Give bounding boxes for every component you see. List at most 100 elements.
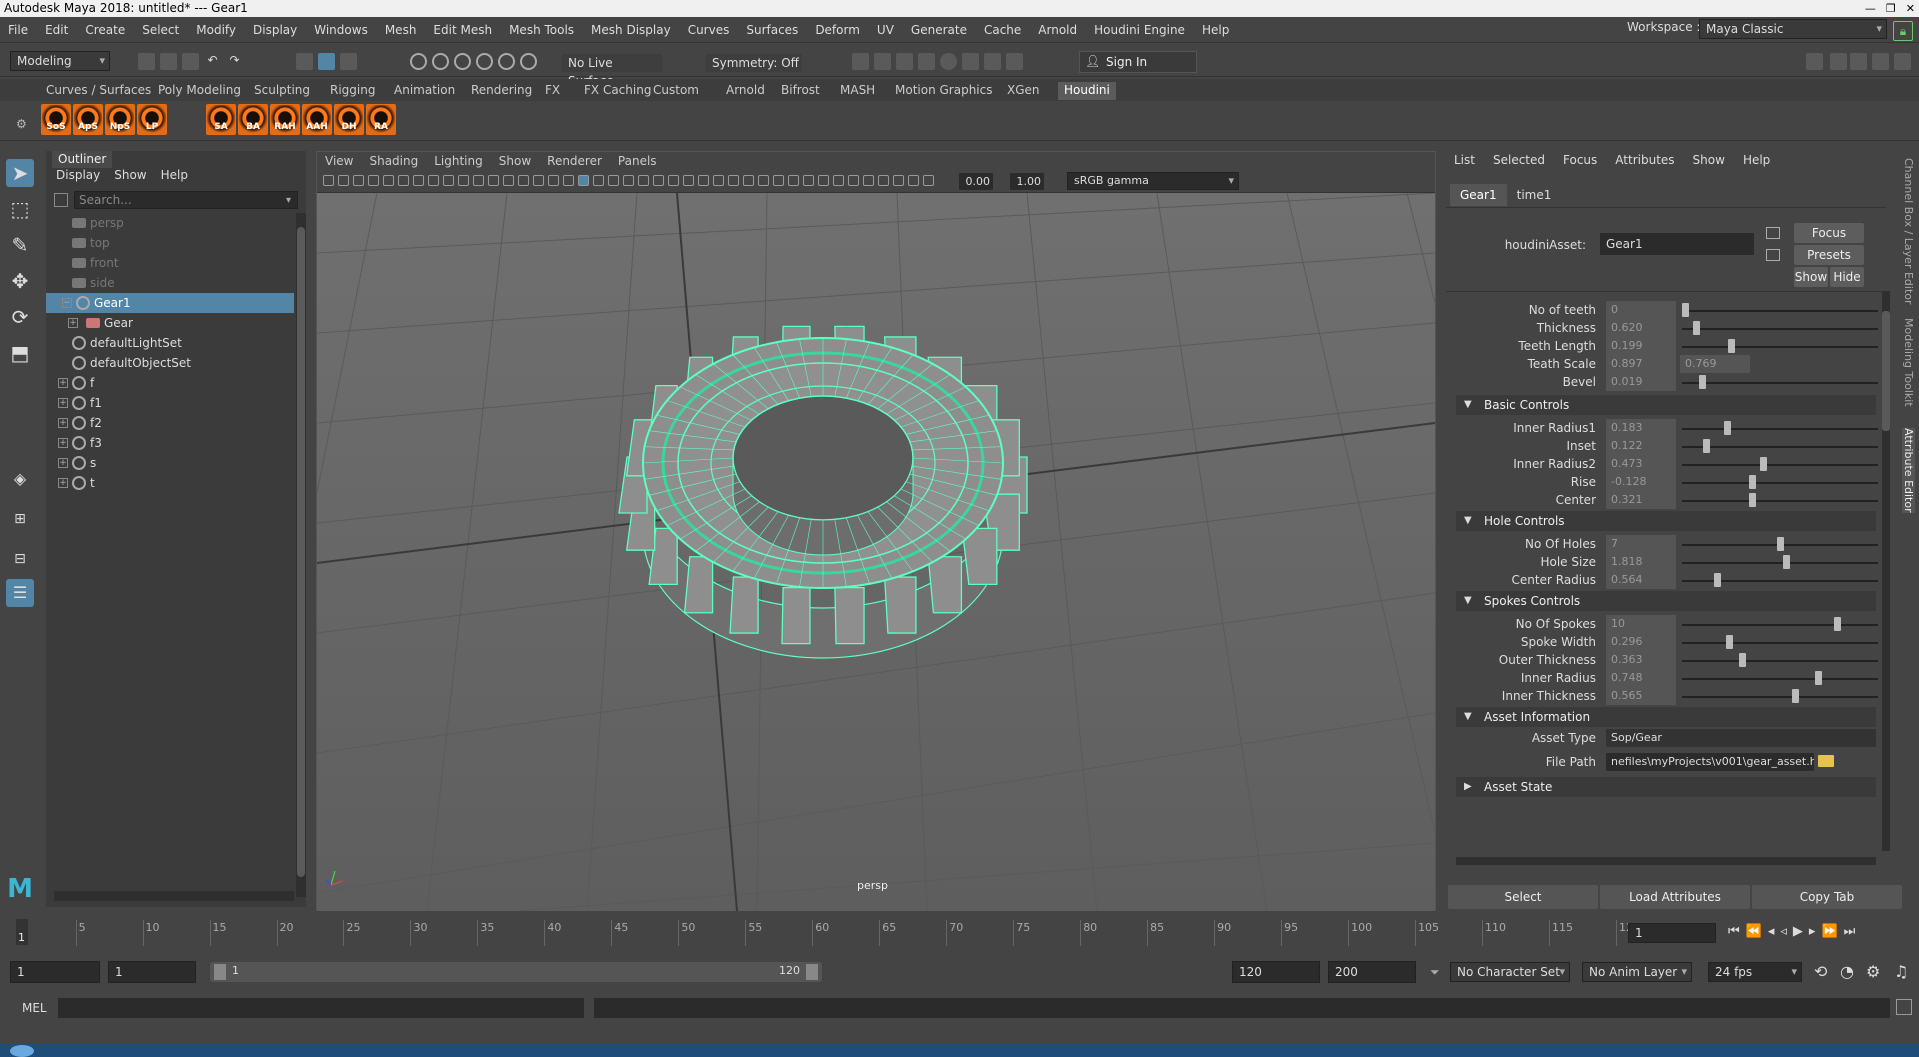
menu-file[interactable]: File <box>8 23 28 37</box>
viewport-tool-icon[interactable] <box>668 175 679 186</box>
layer-editor-icon[interactable] <box>1894 53 1911 70</box>
outliner-item-gear1[interactable]: − Gear1 <box>46 293 294 313</box>
viewport-tool-icon[interactable] <box>638 175 649 186</box>
attr-slider-thumb[interactable] <box>1748 493 1756 507</box>
menu-display[interactable]: Display <box>253 23 297 37</box>
attr-value-field[interactable]: 0.019 <box>1606 373 1676 391</box>
viewport-tool-icon[interactable] <box>893 175 904 186</box>
select-tool-icon[interactable]: ➤ <box>6 159 34 187</box>
viewport-tool-icon[interactable] <box>548 175 559 186</box>
viewport-tool-icon[interactable] <box>698 175 709 186</box>
attr-slider-track[interactable] <box>1682 562 1878 564</box>
shelf-tab-animation[interactable]: Animation <box>388 82 461 100</box>
start-time-field[interactable]: 1 <box>10 961 100 983</box>
mel-label[interactable]: MEL <box>22 1001 47 1015</box>
expand-icon[interactable]: + <box>58 458 68 468</box>
viewport-tool-icon[interactable] <box>563 175 574 186</box>
menu-edit[interactable]: Edit <box>45 23 68 37</box>
shelf-tab-curves-surfaces[interactable]: Curves / Surfaces <box>40 82 157 100</box>
viewport-tool-icon[interactable] <box>653 175 664 186</box>
viewport-tool-icon[interactable] <box>713 175 724 186</box>
houdini-shelf-aps-icon[interactable]: ApS <box>73 104 103 135</box>
attr-slider-track[interactable] <box>1682 500 1878 502</box>
open-scene-icon[interactable] <box>160 53 177 70</box>
viewport-tool-icon[interactable] <box>488 175 499 186</box>
outliner-item-defaultobjectset[interactable]: defaultObjectSet <box>46 353 294 373</box>
viewport-tool-icon[interactable] <box>458 175 469 186</box>
viewport-tool-icon[interactable] <box>818 175 829 186</box>
render-frame-icon[interactable] <box>874 53 891 70</box>
move-tool-icon[interactable]: ✥ <box>6 267 34 295</box>
outliner-menu-display[interactable]: Display <box>56 168 100 182</box>
select-hierarchy-icon[interactable] <box>296 53 313 70</box>
shelf-tab-sculpting[interactable]: Sculpting <box>248 82 316 100</box>
fps-dropdown[interactable]: 24 fps <box>1708 962 1802 982</box>
ae-tab-gear1[interactable]: Gear1 <box>1450 184 1507 206</box>
expand-icon[interactable]: + <box>68 318 78 328</box>
menu-generate[interactable]: Generate <box>911 23 967 37</box>
menu-arnold[interactable]: Arnold <box>1038 23 1077 37</box>
attr-value-field[interactable]: 0.897 <box>1606 355 1676 373</box>
range-end-field[interactable]: 120 <box>1232 961 1320 983</box>
shelf-tab-houdini[interactable]: Houdini <box>1058 82 1116 100</box>
attr-slider-track[interactable] <box>1682 346 1878 348</box>
attr-value-field[interactable]: 0.183 <box>1606 419 1676 437</box>
houdini-shelf-dh-icon[interactable]: DH <box>334 104 364 135</box>
asset-type-field[interactable]: Sop/Gear <box>1606 729 1876 747</box>
ae-menu-attributes[interactable]: Attributes <box>1615 151 1674 169</box>
attr-slider-track[interactable] <box>1682 678 1878 680</box>
expand-icon[interactable]: + <box>58 438 68 448</box>
expand-icon[interactable]: + <box>58 418 68 428</box>
viewport-menu-shading[interactable]: Shading <box>369 152 418 171</box>
outliner-item-front[interactable]: front <box>46 253 294 273</box>
ae-hscrollbar[interactable] <box>1456 857 1876 865</box>
viewport-tool-icon[interactable] <box>593 175 604 186</box>
menu-deform[interactable]: Deform <box>815 23 860 37</box>
viewport-menu-show[interactable]: Show <box>499 152 531 171</box>
select-button[interactable]: Select <box>1448 885 1598 909</box>
attr-slider-track[interactable] <box>1682 580 1878 582</box>
attr-slider-thumb[interactable] <box>1682 303 1689 317</box>
outliner-item-defaultlightset[interactable]: defaultLightSet <box>46 333 294 353</box>
gamma-field[interactable]: 1.00 <box>1010 173 1044 190</box>
attr-slider-track[interactable] <box>1682 464 1878 466</box>
viewport-tool-icon[interactable] <box>428 175 439 186</box>
snap-grid-icon[interactable] <box>410 53 427 70</box>
outliner-item-persp[interactable]: persp <box>46 213 294 233</box>
attr-value-field[interactable]: 0.363 <box>1606 651 1676 669</box>
outliner-item-side[interactable]: side <box>46 273 294 293</box>
attr-slider-thumb[interactable] <box>1723 421 1731 435</box>
attr-value-field[interactable]: 0.296 <box>1606 633 1676 651</box>
menu-modify[interactable]: Modify <box>196 23 236 37</box>
attr-slider-thumb[interactable] <box>1702 439 1710 453</box>
expand-icon[interactable]: + <box>58 378 68 388</box>
attr-slider-track[interactable] <box>1682 624 1878 626</box>
rotate-tool-icon[interactable]: ⟳ <box>6 303 34 331</box>
script-editor-icon[interactable] <box>1896 999 1912 1015</box>
attr-slider-thumb[interactable] <box>1739 653 1746 667</box>
shelf-tab-custom[interactable]: Custom <box>647 82 705 100</box>
viewport-canvas[interactable]: persp <box>316 192 1436 912</box>
sound-icon[interactable]: ♫ <box>1894 962 1908 981</box>
single-perspective-icon[interactable]: ◈ <box>6 465 34 493</box>
ae-menu-show[interactable]: Show <box>1693 151 1725 169</box>
attr-slider-thumb[interactable] <box>1725 635 1733 649</box>
outliner-item-gear[interactable]: + Gear <box>46 313 294 333</box>
attr-value-field[interactable]: 10 <box>1606 615 1676 633</box>
copy-icon[interactable] <box>1766 249 1780 261</box>
attr-slider-thumb[interactable] <box>1777 537 1784 551</box>
outliner-item-t[interactable]: + t <box>46 473 294 493</box>
section-basic-controls[interactable]: Basic Controls <box>1456 395 1876 415</box>
menu-create[interactable]: Create <box>85 23 125 37</box>
focus-button[interactable]: Focus <box>1794 223 1864 243</box>
menuset-dropdown[interactable]: Modeling <box>10 51 110 71</box>
hypershade-icon[interactable] <box>940 53 957 70</box>
section-asset-state[interactable]: Asset State <box>1456 777 1876 797</box>
playback-controls[interactable]: ⏮⏪◂◃▶▸⏩⏭ <box>1728 924 1861 939</box>
outliner-menu-help[interactable]: Help <box>161 168 188 182</box>
viewport-tool-icon[interactable] <box>683 175 694 186</box>
menu-surfaces[interactable]: Surfaces <box>746 23 798 37</box>
anim-layer-dropdown[interactable]: No Anim Layer <box>1582 962 1692 982</box>
attr-slider-thumb[interactable] <box>1759 457 1767 471</box>
attr-slider-thumb[interactable] <box>1727 339 1735 353</box>
